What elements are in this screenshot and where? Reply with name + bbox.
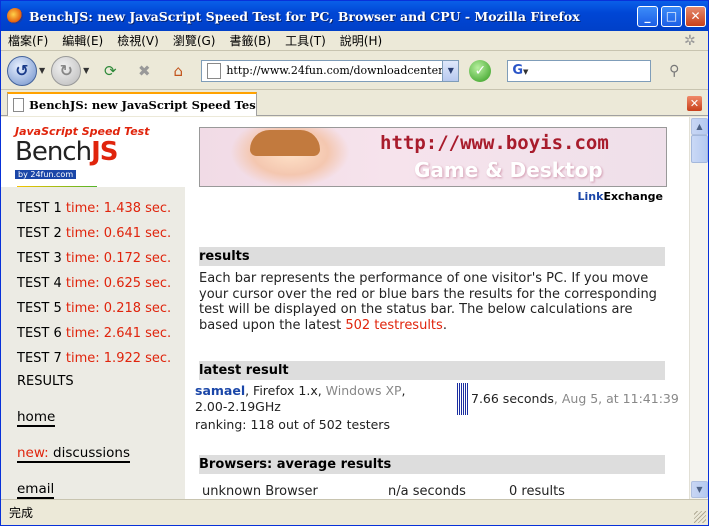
logo-by-line: by 24fun.com — [15, 170, 77, 179]
sidebar: JavaScript Speed Test BenchJS by 24fun.c… — [1, 117, 185, 499]
minimize-button[interactable]: _ — [637, 6, 658, 27]
home-button[interactable]: ⌂ — [165, 58, 191, 84]
reload-icon: ⟳ — [104, 61, 117, 80]
main-column: http://www.boyis.com Game & Desktop Link… — [195, 117, 679, 499]
test-panel: TEST 1 time: 1.438 sec. TEST 2 time: 0.6… — [1, 187, 185, 499]
latest-result-info: samael, Firefox 1.x, Windows XP, 2.00-2.… — [195, 383, 406, 414]
latest-result-time: 7.66 seconds, Aug 5, at 11:41:39 — [471, 391, 679, 406]
email-link[interactable]: email — [17, 481, 55, 499]
menu-help[interactable]: 說明(H) — [333, 32, 389, 49]
back-arrow-icon: ↺ — [15, 61, 29, 80]
scroll-down-icon[interactable]: ▼ — [691, 481, 708, 498]
search-bar[interactable]: G▼ — [507, 59, 652, 82]
browser-time: n/a seconds — [388, 484, 466, 499]
status-bar: 完成 — [1, 499, 708, 525]
back-dropdown-icon[interactable]: ▼ — [39, 66, 45, 75]
test-row: TEST 4 time: 0.625 sec. — [17, 276, 172, 291]
firefox-icon — [7, 8, 23, 24]
stop-icon: ✖ — [138, 61, 151, 80]
test-row: TEST 6 time: 2.641 sec. — [17, 326, 172, 341]
close-button[interactable]: ✕ — [685, 6, 706, 27]
banner-subtitle: Game & Desktop — [414, 158, 603, 182]
browser-window: BenchJS: new JavaScript Speed Test for P… — [0, 0, 709, 526]
browsers-heading: Browsers: average results — [199, 455, 665, 474]
back-button[interactable]: ↺ — [7, 55, 37, 86]
test-row: TEST 2 time: 0.641 sec. — [17, 226, 172, 241]
tab-page-icon — [13, 98, 25, 112]
linkexchange-link[interactable]: LinkExchange — [578, 190, 664, 203]
menu-bookmarks[interactable]: 書籤(B) — [222, 32, 278, 49]
page-icon — [207, 62, 222, 79]
home-icon: ⌂ — [173, 61, 184, 80]
forward-arrow-icon: ↻ — [59, 61, 73, 80]
browser-results: 0 results — [509, 484, 565, 499]
forward-button[interactable]: ↻ — [51, 55, 82, 86]
tab-bar: BenchJS: new JavaScript Speed Test ... ✕ — [1, 90, 708, 116]
url-input[interactable]: http://www.24fun.com/downloadcenter/benc… — [226, 64, 442, 77]
results-heading: results — [199, 247, 665, 266]
google-icon[interactable]: G▼ — [512, 63, 528, 78]
resize-grip-icon[interactable] — [694, 511, 706, 523]
scroll-up-icon[interactable]: ▲ — [691, 118, 708, 135]
stop-button[interactable]: ✖ — [131, 58, 157, 84]
vertical-scrollbar[interactable]: ▲ ▼ — [689, 117, 708, 499]
menu-bar: 檔案(F) 編輯(E) 檢視(V) 瀏覽(G) 書籤(B) 工具(T) 說明(H… — [1, 31, 708, 51]
go-button[interactable]: ✓ — [469, 59, 492, 82]
menu-file[interactable]: 檔案(F) — [1, 32, 55, 49]
logo-wordmark: BenchJS — [15, 137, 119, 167]
navigation-toolbar: ↺ ▼ ↻ ▼ ⟳ ✖ ⌂ http://www.24fun.com/downl… — [1, 52, 708, 90]
tab-label: BenchJS: new JavaScript Speed Test ... — [29, 98, 256, 112]
status-text: 完成 — [9, 506, 34, 520]
test-row: TEST 1 time: 1.438 sec. — [17, 201, 172, 216]
ranking-text: ranking: 118 out of 502 testers — [195, 417, 390, 432]
url-bar[interactable]: http://www.24fun.com/downloadcenter/benc… — [201, 59, 460, 82]
test-row: TEST 7 time: 1.922 sec. — [17, 351, 172, 366]
reload-button[interactable]: ⟳ — [97, 58, 123, 84]
go-check-icon: ✓ — [474, 62, 487, 79]
url-dropdown-icon[interactable]: ▼ — [442, 60, 459, 81]
tab-close-icon[interactable]: ✕ — [687, 96, 702, 111]
banner-url-text: http://www.boyis.com — [380, 132, 609, 154]
scroll-thumb[interactable] — [691, 135, 708, 163]
result-bars[interactable] — [457, 383, 469, 415]
user-link[interactable]: samael — [195, 383, 245, 398]
results-description: Each bar represents the performance of o… — [199, 271, 657, 333]
search-go-icon[interactable]: ⚲ — [663, 60, 685, 82]
discussions-link[interactable]: new: discussions — [17, 445, 131, 463]
test-row: TEST 5 time: 0.218 sec. — [17, 301, 172, 316]
testresults-link[interactable]: 502 testresults — [345, 318, 442, 333]
benchjs-logo[interactable]: JavaScript Speed Test BenchJS by 24fun.c… — [15, 125, 155, 190]
menu-view[interactable]: 檢視(V) — [110, 32, 166, 49]
tab-benchjs[interactable]: BenchJS: new JavaScript Speed Test ... — [7, 92, 257, 116]
menu-edit[interactable]: 編輯(E) — [55, 32, 110, 49]
title-bar: BenchJS: new JavaScript Speed Test for P… — [1, 1, 708, 31]
test-row: TEST 3 time: 0.172 sec. — [17, 251, 172, 266]
browser-name: unknown Browser — [202, 484, 318, 499]
ad-banner[interactable]: http://www.boyis.com Game & Desktop — [199, 127, 667, 187]
menu-go[interactable]: 瀏覽(G) — [166, 32, 223, 49]
home-link[interactable]: home — [17, 409, 56, 427]
throbber-icon: ✲ — [684, 33, 696, 49]
window-title: BenchJS: new JavaScript Speed Test for P… — [29, 8, 580, 24]
maximize-button[interactable]: □ — [661, 6, 682, 27]
banner-character-hair — [250, 130, 320, 156]
results-label: RESULTS — [17, 374, 74, 389]
page-content: JavaScript Speed Test BenchJS by 24fun.c… — [1, 117, 689, 499]
forward-dropdown-icon[interactable]: ▼ — [83, 66, 89, 75]
menu-tools[interactable]: 工具(T) — [278, 32, 333, 49]
latest-result-heading: latest result — [199, 361, 665, 380]
